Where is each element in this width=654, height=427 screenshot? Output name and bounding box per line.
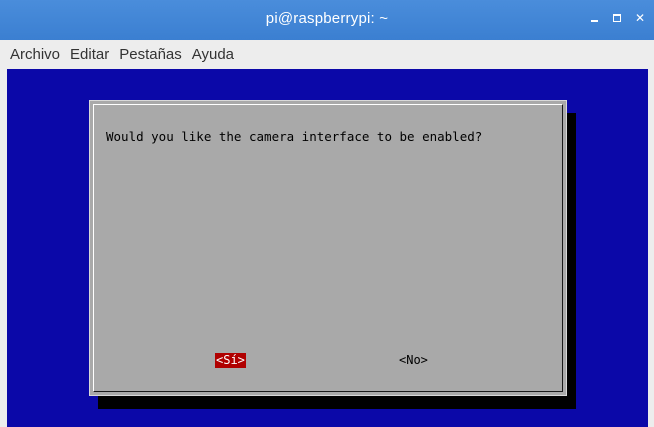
terminal-scrollbar[interactable]: [640, 69, 648, 427]
terminal-window: pi@raspberrypi: ~ ✕ Archivo Editar Pesta…: [0, 0, 654, 427]
menu-editar[interactable]: Editar: [66, 46, 113, 63]
close-button[interactable]: ✕: [634, 10, 646, 26]
menu-ayuda[interactable]: Ayuda: [188, 46, 238, 63]
menu-bar: Archivo Editar Pestañas Ayuda: [0, 40, 654, 68]
maximize-button[interactable]: [611, 10, 623, 26]
minimize-icon: [590, 20, 598, 22]
title-bar[interactable]: pi@raspberrypi: ~ ✕: [0, 0, 654, 40]
yes-button[interactable]: <Sí>: [215, 353, 246, 368]
close-icon: ✕: [634, 11, 646, 25]
maximize-icon: [613, 14, 621, 22]
menu-archivo[interactable]: Archivo: [6, 46, 64, 63]
minimize-button[interactable]: [588, 10, 600, 26]
dialog-frame: [93, 104, 563, 392]
no-button[interactable]: <No>: [399, 353, 428, 368]
dialog-message: Would you like the camera interface to b…: [106, 129, 483, 144]
raspi-config-dialog: Would you like the camera interface to b…: [89, 100, 567, 396]
window-controls: ✕: [588, 10, 646, 26]
menu-pestanas[interactable]: Pestañas: [115, 46, 186, 63]
window-title: pi@raspberrypi: ~: [265, 10, 389, 27]
